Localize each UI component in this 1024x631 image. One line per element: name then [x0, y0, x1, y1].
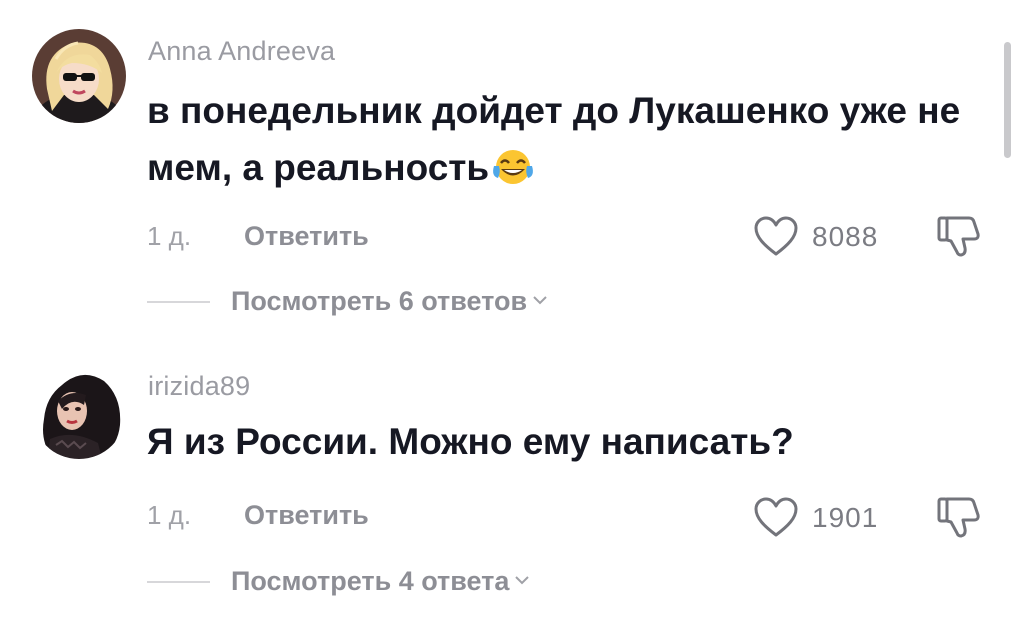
comment-timestamp: 1 д.: [147, 221, 192, 251]
view-replies-text: Посмотреть 6 ответов: [231, 286, 528, 316]
comment-text: Я из России. Можно ему написать?: [147, 413, 967, 470]
comment-item: Anna Andreeva в понедельник дойдет до Лу…: [0, 0, 1024, 340]
divider: [147, 581, 210, 583]
view-replies-label: Посмотреть 6 ответов: [231, 286, 549, 317]
heart-outline-icon: [754, 497, 798, 537]
comment-username[interactable]: Anna Andreeva: [148, 36, 335, 67]
like-count: 1901: [812, 502, 879, 533]
view-replies-text: Посмотреть 4 ответа: [231, 566, 510, 596]
reply-button[interactable]: Ответить: [244, 500, 369, 531]
heart-outline-icon: [754, 216, 798, 256]
thumbs-down-outline-icon[interactable]: [935, 493, 985, 541]
comment-item: irizida89 Я из России. Можно ему написат…: [0, 340, 1024, 631]
comment-text-content: в понедельник дойдет до Лукашенко уже не…: [147, 90, 961, 188]
comment-text: в понедельник дойдет до Лукашенко уже не…: [147, 82, 967, 196]
chevron-down-icon: [515, 576, 530, 585]
comment-timestamp: 1 д.: [147, 500, 192, 530]
chevron-down-icon: [533, 296, 547, 305]
view-replies-label: Посмотреть 4 ответа: [231, 566, 531, 597]
thumbs-down-outline-icon[interactable]: [935, 212, 985, 260]
face-with-tears-of-joy-icon: [493, 150, 534, 184]
comment-username[interactable]: irizida89: [148, 371, 250, 402]
reply-button[interactable]: Ответить: [244, 221, 369, 252]
like-count: 8088: [812, 221, 879, 252]
avatar[interactable]: [32, 29, 126, 123]
divider: [147, 301, 210, 303]
comment-text-content: Я из России. Можно ему написать?: [147, 421, 794, 462]
avatar[interactable]: [32, 365, 126, 459]
